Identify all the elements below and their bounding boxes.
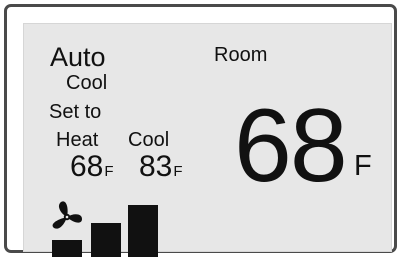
- fan-speed-bar-2: [91, 223, 121, 257]
- fan-speed-bar-1: [52, 240, 82, 257]
- cool-setpoint-unit: F: [173, 163, 183, 180]
- heat-setpoint-value: 68: [70, 150, 104, 183]
- room-temperature-unit: F: [354, 150, 372, 182]
- cool-setpoint-value: 83: [139, 150, 173, 183]
- room-temperature: 68: [234, 88, 348, 204]
- cool-setpoint: 83F: [139, 152, 183, 182]
- heat-setpoint: 68F: [70, 152, 114, 182]
- fan-icon: [52, 201, 82, 229]
- thermostat-display: Auto Cool Room Set to Heat Cool 68F 83F …: [23, 23, 392, 257]
- cool-label: Cool: [128, 129, 170, 151]
- mode-label: Auto: [50, 42, 106, 72]
- submode-label: Cool: [66, 72, 108, 94]
- heat-setpoint-unit: F: [104, 163, 114, 180]
- fan-speed-bar-3: [128, 205, 158, 257]
- set-to-label: Set to: [49, 101, 102, 123]
- heat-label: Heat: [56, 129, 99, 151]
- room-label: Room: [214, 44, 268, 66]
- thermostat-frame: Auto Cool Room Set to Heat Cool 68F 83F …: [4, 4, 397, 257]
